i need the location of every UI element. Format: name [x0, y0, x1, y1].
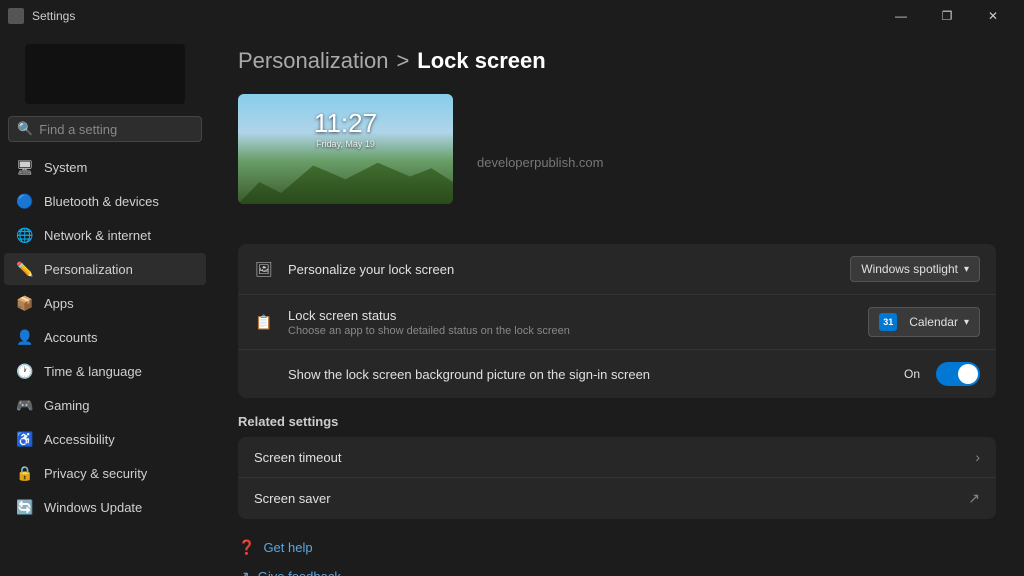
setting-personalize-lock: 🖼 Personalize your lock screen Windows s… — [238, 244, 996, 295]
screen-saver-label: Screen saver — [254, 491, 968, 506]
breadcrumb-current: Lock screen — [417, 48, 545, 74]
sidebar-item-label: Personalization — [44, 262, 133, 277]
get-help-label: Get help — [263, 540, 312, 555]
app-icon — [8, 8, 24, 24]
sidebar-item-label: Gaming — [44, 398, 90, 413]
sidebar-item-label: Windows Update — [44, 500, 142, 515]
chevron-down-icon: ▾ — [964, 264, 969, 275]
related-settings-title: Related settings — [238, 414, 996, 429]
update-icon: 🔄 — [16, 498, 34, 516]
personalize-value: Windows spotlight — [861, 262, 958, 276]
watermark-text: developerpublish.com — [477, 155, 603, 170]
toggle-on-label: On — [904, 367, 920, 381]
toggle-thumb — [958, 364, 978, 384]
sidebar-item-label: System — [44, 160, 87, 175]
footer-links: ❓ Get help ↗ Give feedback — [238, 535, 996, 576]
accounts-icon: 👤 — [16, 328, 34, 346]
sidebar-item-privacy[interactable]: 🔒 Privacy & security — [4, 457, 206, 489]
network-icon: 🌐 — [16, 226, 34, 244]
setting-text-signin: Show the lock screen background picture … — [254, 367, 890, 382]
avatar — [25, 44, 185, 104]
related-screen-saver[interactable]: Screen saver ↗ — [238, 478, 996, 519]
sidebar: 🔍 🖥 System 🔵 Bluetooth & devices 🌐 Netwo… — [0, 32, 210, 576]
give-feedback-label: Give feedback — [258, 569, 341, 576]
gaming-icon: 🎮 — [16, 396, 34, 414]
sidebar-item-label: Accounts — [44, 330, 97, 345]
restore-button[interactable]: ❐ — [924, 0, 970, 32]
help-icon: ❓ — [238, 539, 255, 556]
status-dropdown[interactable]: 31 Calendar ▾ — [868, 307, 980, 337]
personalize-control[interactable]: Windows spotlight ▾ — [850, 256, 980, 282]
sidebar-item-accessibility[interactable]: ♿ Accessibility — [4, 423, 206, 455]
setting-text-status: Lock screen status Choose an app to show… — [288, 308, 854, 337]
sidebar-item-gaming[interactable]: 🎮 Gaming — [4, 389, 206, 421]
sidebar-item-bluetooth[interactable]: 🔵 Bluetooth & devices — [4, 185, 206, 217]
sidebar-item-time[interactable]: 🕐 Time & language — [4, 355, 206, 387]
chevron-down-icon: ▾ — [964, 317, 969, 328]
feedback-icon: ↗ — [238, 568, 250, 576]
search-box[interactable]: 🔍 — [8, 116, 202, 142]
status-value: Calendar — [909, 315, 958, 329]
main-content: Personalization > Lock screen 11:27 Frid… — [210, 32, 1024, 576]
personalize-dropdown[interactable]: Windows spotlight ▾ — [850, 256, 980, 282]
titlebar-title: Settings — [32, 9, 75, 23]
sidebar-item-network[interactable]: 🌐 Network & internet — [4, 219, 206, 251]
preview-date: Friday, May 19 — [238, 139, 453, 149]
sidebar-item-label: Privacy & security — [44, 466, 147, 481]
sidebar-item-label: Apps — [44, 296, 74, 311]
screen-timeout-label: Screen timeout — [254, 450, 975, 465]
related-settings-panel: Screen timeout › Screen saver ↗ — [238, 437, 996, 519]
lock-screen-icon: 🖼 — [254, 259, 274, 279]
time-icon: 🕐 — [16, 362, 34, 380]
minimize-button[interactable]: — — [878, 0, 924, 32]
calendar-icon: 31 — [879, 313, 897, 331]
breadcrumb: Personalization > Lock screen — [238, 48, 996, 74]
external-link-icon: ↗ — [968, 490, 980, 507]
preview-area: 11:27 Friday, May 19 developerpublish.co… — [238, 94, 996, 224]
sidebar-item-apps[interactable]: 📦 Apps — [4, 287, 206, 319]
sidebar-item-update[interactable]: 🔄 Windows Update — [4, 491, 206, 523]
status-control[interactable]: 31 Calendar ▾ — [868, 307, 980, 337]
settings-panel: 🖼 Personalize your lock screen Windows s… — [238, 244, 996, 398]
sidebar-item-label: Time & language — [44, 364, 142, 379]
lock-screen-preview: 11:27 Friday, May 19 — [238, 94, 453, 204]
signin-toggle[interactable] — [936, 362, 980, 386]
privacy-icon: 🔒 — [16, 464, 34, 482]
system-icon: 🖥 — [16, 158, 34, 176]
signin-toggle-area[interactable]: On — [904, 362, 980, 386]
accessibility-icon: ♿ — [16, 430, 34, 448]
sidebar-item-system[interactable]: 🖥 System — [4, 151, 206, 183]
watermark-area: developerpublish.com — [477, 154, 603, 170]
titlebar-controls: — ❐ ✕ — [878, 0, 1016, 32]
close-button[interactable]: ✕ — [970, 0, 1016, 32]
titlebar-left: Settings — [8, 8, 75, 24]
apps-icon: 📦 — [16, 294, 34, 312]
chevron-right-icon: › — [975, 449, 980, 465]
sidebar-item-label: Network & internet — [44, 228, 151, 243]
breadcrumb-parent[interactable]: Personalization — [238, 48, 388, 74]
preview-overlay: 11:27 Friday, May 19 — [238, 108, 453, 149]
breadcrumb-separator: > — [396, 48, 409, 74]
sidebar-item-label: Bluetooth & devices — [44, 194, 159, 209]
personalization-icon: ✏️ — [16, 260, 34, 278]
search-icon: 🔍 — [17, 121, 33, 137]
setting-label-personalize: Personalize your lock screen — [288, 262, 836, 277]
setting-lock-status: 📋 Lock screen status Choose an app to sh… — [238, 295, 996, 350]
get-help-link[interactable]: ❓ Get help — [238, 535, 996, 560]
preview-time: 11:27 — [238, 108, 453, 139]
search-input[interactable] — [39, 122, 210, 137]
related-screen-timeout[interactable]: Screen timeout › — [238, 437, 996, 478]
setting-bg-signin: Show the lock screen background picture … — [238, 350, 996, 398]
app-body: 🔍 🖥 System 🔵 Bluetooth & devices 🌐 Netwo… — [0, 32, 1024, 576]
sidebar-item-accounts[interactable]: 👤 Accounts — [4, 321, 206, 353]
status-icon: 📋 — [254, 312, 274, 332]
titlebar: Settings — ❐ ✕ — [0, 0, 1024, 32]
give-feedback-link[interactable]: ↗ Give feedback — [238, 564, 996, 576]
bluetooth-icon: 🔵 — [16, 192, 34, 210]
sidebar-item-label: Accessibility — [44, 432, 115, 447]
sidebar-item-personalization[interactable]: ✏️ Personalization — [4, 253, 206, 285]
